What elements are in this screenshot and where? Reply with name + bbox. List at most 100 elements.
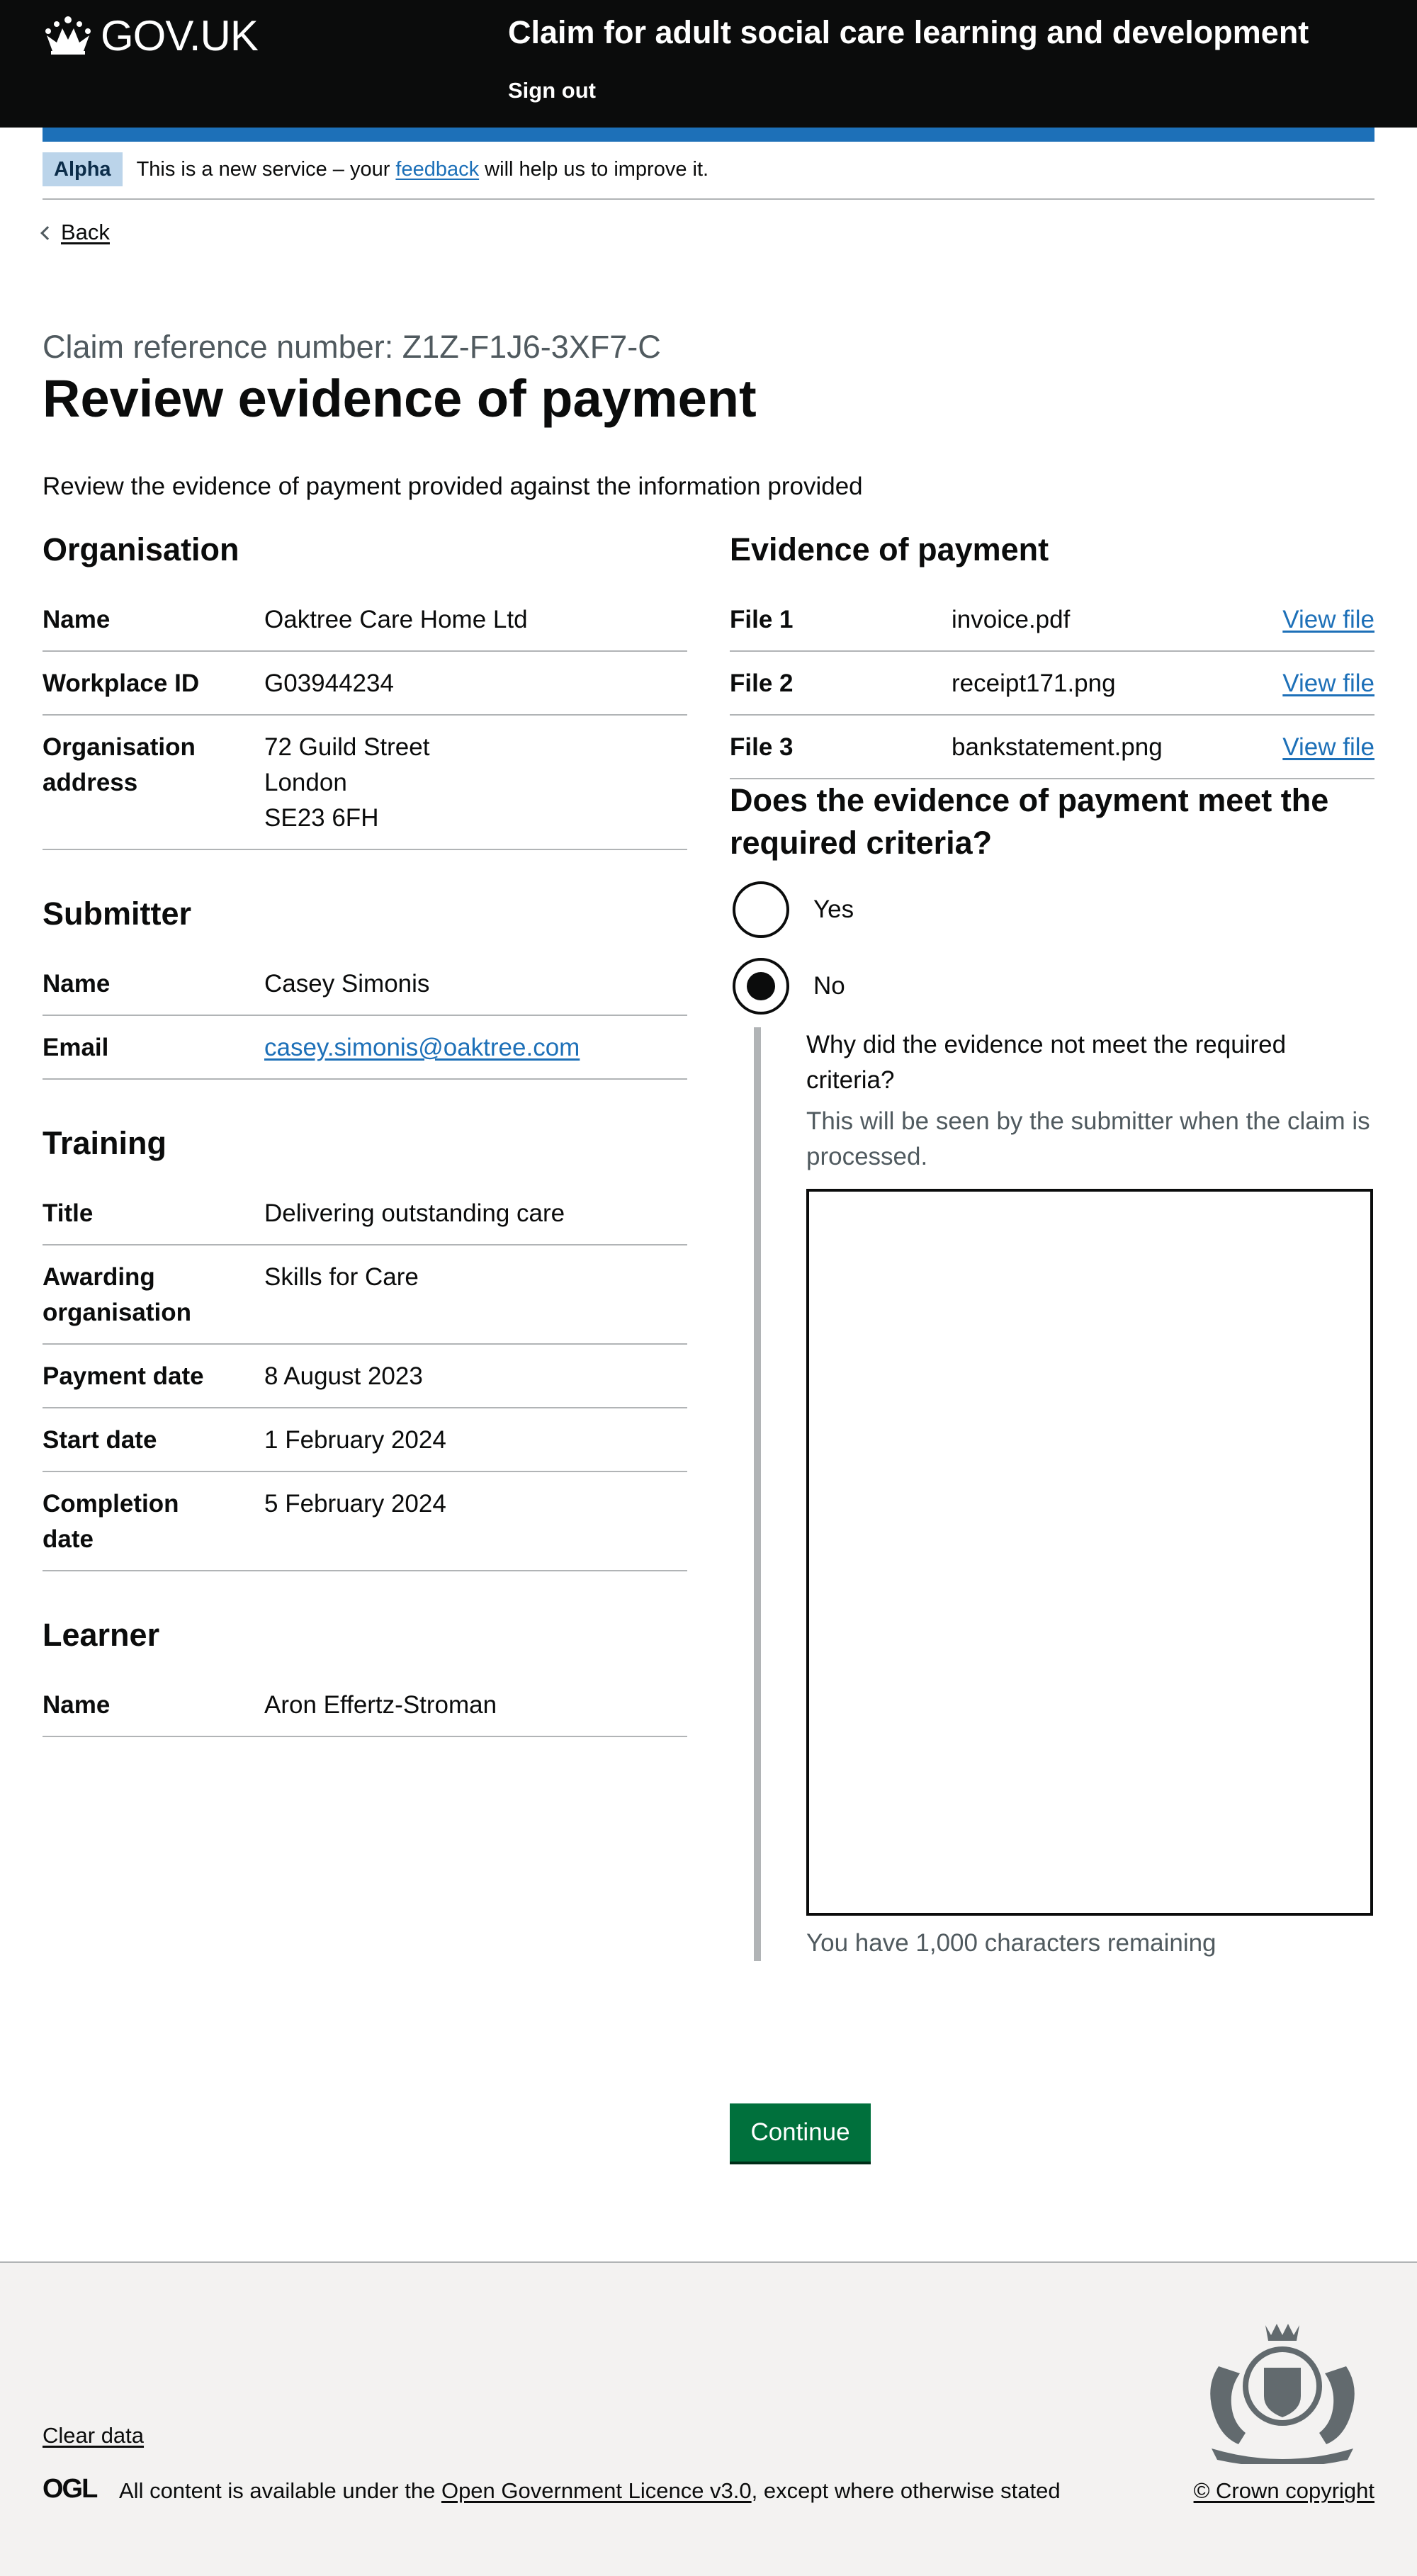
summary-key: Workplace ID xyxy=(43,670,200,697)
summary-key: Awarding organisation xyxy=(43,1263,192,1326)
submitter-email-link[interactable]: casey.simonis@oaktree.com xyxy=(264,1034,580,1061)
site-header: GOV.UK Claim for adult social care learn… xyxy=(0,0,1417,128)
phase-text-after: will help us to improve it. xyxy=(479,158,709,181)
header-blue-bar xyxy=(43,128,1374,142)
crown-copyright-link[interactable]: © Crown copyright xyxy=(1194,2478,1374,2504)
learner-summary: Name Aron Effertz-Stroman xyxy=(43,1688,687,1737)
summary-key: Name xyxy=(43,1691,111,1719)
summary-row: Completion date 5 February 2024 xyxy=(43,1472,687,1571)
address-line: London xyxy=(264,769,347,796)
summary-row: Start date 1 February 2024 xyxy=(43,1408,687,1472)
address-line: SE23 6FH xyxy=(264,804,379,832)
summary-row: Awarding organisation Skills for Care xyxy=(43,1245,687,1345)
summary-row: Name Aron Effertz-Stroman xyxy=(43,1688,687,1737)
sign-out-link[interactable]: Sign out xyxy=(508,78,596,103)
ogl-logo-icon: OGL xyxy=(43,2474,98,2504)
alpha-tag: Alpha xyxy=(43,152,123,186)
phase-text-before: This is a new service – your xyxy=(136,158,396,181)
character-count: You have 1,000 characters remaining xyxy=(806,1929,1216,1957)
back-link[interactable]: Back xyxy=(40,220,110,245)
file-action: View file xyxy=(1282,602,1374,638)
payment-date: 8 August 2023 xyxy=(264,1362,423,1390)
reason-hint: This will be seen by the submitter when … xyxy=(806,1107,1370,1170)
summary-key: File 1 xyxy=(730,606,794,633)
file-name: receipt171.png xyxy=(952,670,1116,697)
phase-text: This is a new service – your feedback wi… xyxy=(137,152,709,186)
submitter-summary: Name Casey Simonis Email casey.simonis@o… xyxy=(43,966,687,1080)
submitter-email-cell: casey.simonis@oaktree.com xyxy=(264,1030,687,1066)
summary-row: Payment date 8 August 2023 xyxy=(43,1345,687,1408)
criteria-fieldset: Does the evidence of payment meet the re… xyxy=(730,779,1374,1961)
summary-key: Email xyxy=(43,1034,109,1061)
learner-name: Aron Effertz-Stroman xyxy=(264,1691,497,1719)
reason-textarea[interactable] xyxy=(806,1189,1373,1916)
summary-row: Title Delivering outstanding care xyxy=(43,1196,687,1245)
view-file-link[interactable]: View file xyxy=(1282,733,1374,761)
summary-key: Start date xyxy=(43,1426,157,1454)
submitter-name: Casey Simonis xyxy=(264,970,430,998)
back-link-label: Back xyxy=(61,220,110,244)
licence-text-before: All content is available under the xyxy=(119,2478,441,2503)
file-action: View file xyxy=(1282,730,1374,765)
address-line: 72 Guild Street xyxy=(264,733,430,761)
phase-banner: Alpha This is a new service – your feedb… xyxy=(43,152,1374,200)
summary-key: Completion date xyxy=(43,1490,179,1553)
summary-row: Organisation address 72 Guild Street Lond… xyxy=(43,716,687,850)
royal-coat-of-arms-icon xyxy=(1210,2324,1355,2464)
file-row: File 3 bankstatement.png View file xyxy=(730,716,1374,779)
summary-key: Name xyxy=(43,970,111,998)
logo-text: GOV.UK xyxy=(101,11,259,60)
site-footer: Clear data OGL All content is available … xyxy=(0,2261,1417,2576)
clear-data-link[interactable]: Clear data xyxy=(43,2423,144,2448)
radio-no[interactable]: No xyxy=(730,955,1374,1017)
summary-row: Email casey.simonis@oaktree.com xyxy=(43,1016,687,1080)
training-title: Delivering outstanding care xyxy=(264,1199,565,1227)
submitter-heading: Submitter xyxy=(43,896,192,932)
summary-row: Workplace ID G03944234 xyxy=(43,652,687,716)
ogl-licence-link[interactable]: Open Government Licence v3.0 xyxy=(441,2478,752,2503)
workplace-id: G03944234 xyxy=(264,670,394,697)
radio-no-input[interactable] xyxy=(733,958,789,1015)
criteria-question: Does the evidence of payment meet the re… xyxy=(730,782,1329,861)
reason-conditional: Why did the evidence not meet the requir… xyxy=(754,1027,1374,1961)
view-file-link[interactable]: View file xyxy=(1282,606,1374,633)
licence-text-after: , except where otherwise stated xyxy=(751,2478,1061,2503)
file-name: bankstatement.png xyxy=(952,733,1163,761)
continue-button[interactable]: Continue xyxy=(730,2103,871,2162)
summary-key: Organisation address xyxy=(43,733,196,796)
organisation-address: 72 Guild Street London SE23 6FH xyxy=(264,730,687,836)
file-row: File 2 receipt171.png View file xyxy=(730,652,1374,716)
govuk-logo-link[interactable]: GOV.UK xyxy=(43,10,259,61)
radio-yes[interactable]: Yes xyxy=(730,879,1374,941)
licence-text: All content is available under the Open … xyxy=(119,2478,1061,2504)
start-date: 1 February 2024 xyxy=(264,1426,446,1454)
page-lead-text: Review the evidence of payment provided … xyxy=(43,473,863,500)
radio-yes-label[interactable]: Yes xyxy=(813,896,854,924)
completion-date: 5 February 2024 xyxy=(264,1490,446,1518)
summary-row: Name Casey Simonis xyxy=(43,966,687,1016)
training-heading: Training xyxy=(43,1125,167,1161)
service-name[interactable]: Claim for adult social care learning and… xyxy=(508,14,1309,51)
crown-icon xyxy=(45,16,91,55)
radio-yes-input[interactable] xyxy=(733,881,789,938)
summary-key: Name xyxy=(43,606,111,633)
learner-heading: Learner xyxy=(43,1617,160,1653)
chevron-left-icon xyxy=(40,226,55,240)
page-title: Review evidence of payment xyxy=(43,369,757,428)
organisation-name: Oaktree Care Home Ltd xyxy=(264,606,528,633)
evidence-summary: File 1 invoice.pdf View file File 2 rece… xyxy=(730,602,1374,779)
evidence-column: Evidence of payment File 1 invoice.pdf V… xyxy=(730,531,1374,1961)
view-file-link[interactable]: View file xyxy=(1282,670,1374,697)
claim-details-column: Organisation Name Oaktree Care Home Ltd … xyxy=(43,531,687,1737)
summary-row: Name Oaktree Care Home Ltd xyxy=(43,602,687,652)
summary-key: File 3 xyxy=(730,733,794,761)
training-summary: Title Delivering outstanding care Awardi… xyxy=(43,1196,687,1571)
summary-key: Payment date xyxy=(43,1362,204,1390)
file-name: invoice.pdf xyxy=(952,606,1071,633)
feedback-link[interactable]: feedback xyxy=(395,158,479,181)
reason-label: Why did the evidence not meet the requir… xyxy=(806,1031,1287,1094)
claim-reference-caption: Claim reference number: Z1Z-F1J6-3XF7-C xyxy=(43,329,661,365)
summary-key: File 2 xyxy=(730,670,794,697)
file-row: File 1 invoice.pdf View file xyxy=(730,602,1374,652)
radio-no-label[interactable]: No xyxy=(813,972,845,1000)
